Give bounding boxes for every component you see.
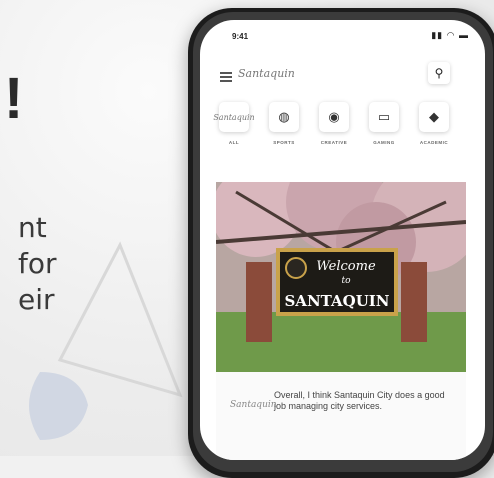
category-sports[interactable]: ◍ SPORTS xyxy=(264,102,304,145)
graduation-cap-icon: ◆ xyxy=(419,102,449,132)
category-all[interactable]: Santaquin ALL xyxy=(213,102,255,145)
logo-icon: Santaquin xyxy=(213,102,255,132)
palette-icon: ◉ xyxy=(319,102,349,132)
category-academic[interactable]: ◆ ACADEMIC xyxy=(414,102,454,145)
caption-logo: Santaquin xyxy=(230,400,277,410)
status-time: 9:41 xyxy=(232,32,249,41)
category-label: ALL xyxy=(228,140,240,145)
left-copy: ! nt for eir xyxy=(0,0,190,456)
brick-pillar-right xyxy=(401,262,427,342)
gamepad-icon: ▭ xyxy=(369,102,399,132)
exclamation-mark: ! xyxy=(4,66,24,131)
tagline-line-2: for xyxy=(18,247,57,280)
sign-city: SANTAQUIN xyxy=(284,292,389,310)
app-header: Santaquin ⚲ xyxy=(200,60,485,90)
category-row: Santaquin ALL ◍ SPORTS ◉ CREATIVE ▭ GAMI… xyxy=(200,102,485,162)
tagline: nt for eir xyxy=(18,210,57,318)
tagline-line-3: eir xyxy=(18,283,55,316)
sign-to: to xyxy=(341,276,351,286)
status-bar: 9:41 ▮▮ ◠ ▬ xyxy=(200,20,485,50)
category-label: SPORTS xyxy=(273,140,295,145)
basketball-icon: ◍ xyxy=(269,102,299,132)
santaquin-welcome-photo[interactable]: Welcome to SANTAQUIN xyxy=(216,182,466,372)
post-caption[interactable]: Santaquin Overall, I think Santaquin Cit… xyxy=(216,372,466,460)
sign-welcome: Welcome xyxy=(316,259,376,274)
phone-screen: 9:41 ▮▮ ◠ ▬ Santaquin ⚲ Santaquin ALL ◍ … xyxy=(200,20,485,460)
hamburger-menu-icon[interactable] xyxy=(220,72,232,82)
category-gaming[interactable]: ▭ GAMING xyxy=(364,102,404,145)
category-label: ACADEMIC xyxy=(419,140,449,145)
search-icon: ⚲ xyxy=(434,66,444,80)
search-button[interactable]: ⚲ xyxy=(428,62,450,84)
brick-pillar-left xyxy=(246,262,272,342)
status-icons: ▮▮ ◠ ▬ xyxy=(431,30,469,40)
category-label: GAMING xyxy=(373,140,395,145)
tagline-line-1: nt xyxy=(18,211,47,244)
caption-text: Overall, I think Santaquin City does a g… xyxy=(274,390,445,411)
photo-illustration: Welcome to SANTAQUIN xyxy=(216,182,466,372)
category-creative[interactable]: ◉ CREATIVE xyxy=(314,102,354,145)
app-logo[interactable]: Santaquin xyxy=(238,67,295,80)
city-seal-icon xyxy=(285,257,307,279)
category-label: CREATIVE xyxy=(320,140,348,145)
